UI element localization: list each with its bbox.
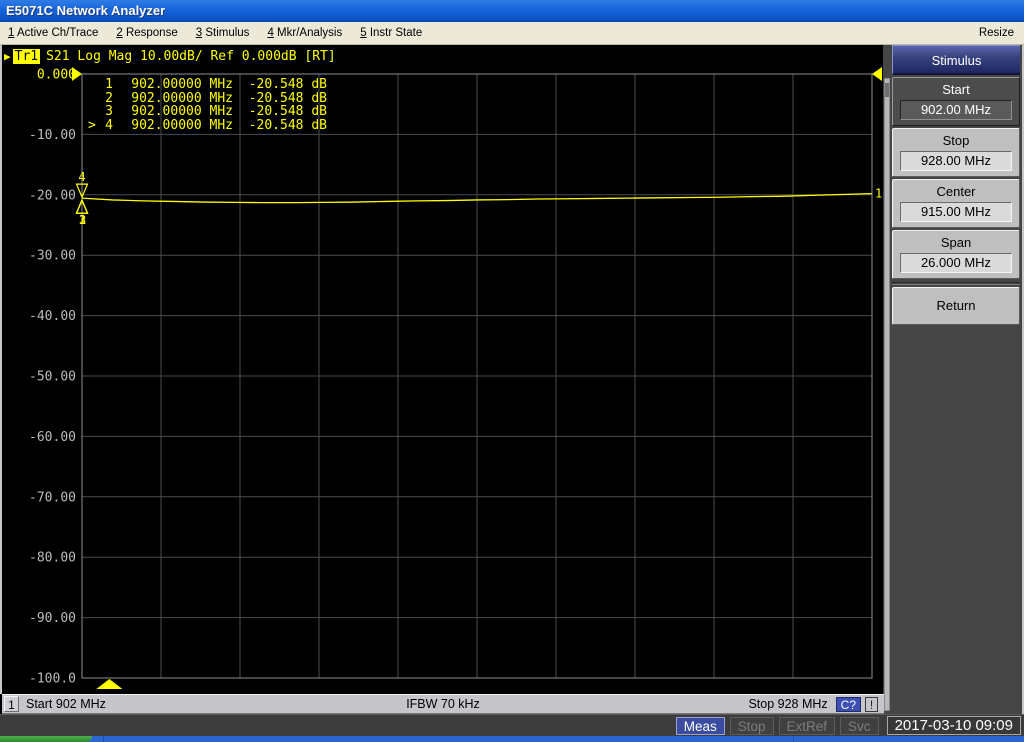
window-left-border (0, 45, 2, 694)
channel-start-readout: Start 902 MHz (26, 697, 106, 711)
y-tick-label: -40.00 (29, 309, 76, 324)
y-tick-label: -20.00 (29, 188, 76, 203)
y-tick-label: -80.00 (29, 551, 76, 566)
status-indicator-svc: Svc (840, 716, 879, 735)
taskbar-separator (793, 736, 794, 742)
status-indicator-meas: Meas (675, 716, 725, 735)
app-window: E5071C Network Analyzer 1 Active Ch/Trac… (0, 0, 1024, 742)
softkey-return-label: Return (936, 298, 976, 313)
softkey-span-label: Span (940, 235, 972, 250)
y-tick-label: -90.00 (29, 611, 76, 626)
softkey-span-value: 26.000 MHz (900, 253, 1012, 273)
status-indicator-extref: ExtRef (778, 716, 836, 735)
softkey-start[interactable]: Start 902.00 MHz (892, 77, 1020, 126)
start-button[interactable] (0, 736, 92, 742)
instrument-status-bar: Meas Stop ExtRef Svc 2017-03-10 09:09 (0, 714, 1024, 736)
trace-number-label: 1 (875, 187, 882, 201)
y-tick-label: 0.000 (37, 68, 76, 83)
softkey-stop[interactable]: Stop 928.00 MHz (892, 128, 1020, 177)
softkey-menu-title: Stimulus (892, 45, 1020, 75)
marker-row-3: 3 902.00000 MHz -20.548 dB (105, 104, 327, 119)
menu-item-stimulus[interactable]: 3 Stimulus (196, 27, 250, 39)
softkey-return[interactable]: Return (892, 287, 1020, 325)
ref-level-left-icon (72, 67, 82, 81)
y-tick-label: -30.00 (29, 249, 76, 264)
softkey-separator (892, 282, 1020, 285)
resize-button[interactable]: Resize (979, 22, 1014, 44)
datetime-display: 2017-03-10 09:09 (886, 716, 1021, 735)
y-tick-label: -60.00 (29, 430, 76, 445)
softkey-scrollbar-thumb[interactable] (885, 83, 889, 97)
measurement-plot: 0.000 -10.00 -20.00 -30.00 -40.00 -50.00 -60.0… (29, 67, 882, 689)
active-trace-arrow-icon: ▶ (4, 49, 11, 63)
sweep-position-icon (96, 679, 123, 689)
y-tick-label: -10.00 (29, 128, 76, 143)
marker-row-1: 1 902.00000 MHz -20.548 dB (105, 77, 327, 92)
trace-parameters: S21 Log Mag 10.00dB/ Ref 0.000dB [RT] (46, 48, 336, 64)
softkey-start-label: Start (942, 82, 970, 97)
trace-status-line: ▶ Tr1 S21 Log Mag 10.00dB/ Ref 0.000dB [… (4, 48, 336, 64)
channel-status-bar: 1 Start 902 MHz IFBW 70 kHz Stop 928 MHz… (2, 694, 884, 714)
softkey-stop-label: Stop (942, 133, 970, 148)
taskbar-separator (103, 736, 104, 742)
ref-level-right-icon (872, 67, 882, 81)
menu-item-active-ch-trace[interactable]: 1 Active Ch/Trace (8, 27, 98, 39)
window-title: E5071C Network Analyzer (6, 3, 166, 18)
softkey-panel: Stimulus Start 902.00 MHz Stop 928.00 MH… (883, 45, 1022, 714)
softkey-center-label: Center (936, 184, 976, 199)
menu-item-instr-state[interactable]: 5 Instr State (360, 27, 422, 39)
menu-item-response[interactable]: 2 Response (116, 27, 177, 39)
y-tick-label: -50.00 (29, 370, 76, 385)
y-tick-label: -100.0 (29, 672, 76, 687)
trace-name-badge[interactable]: Tr1 (12, 48, 41, 64)
marker-row-2: 2 902.00000 MHz -20.548 dB (105, 90, 327, 106)
softkey-span[interactable]: Span 26.000 MHz (892, 230, 1020, 279)
marker-row-4: >4 902.00000 MHz -20.548 dB (88, 117, 327, 133)
status-indicator-stop: Stop (729, 716, 774, 735)
marker-number: 3 (79, 213, 86, 227)
instrument-display: 0.000 -10.00 -20.00 -30.00 -40.00 -50.00 -60.0… (2, 45, 883, 694)
marker-number: 4 (78, 170, 85, 184)
softkey-stop-value: 928.00 MHz (900, 151, 1012, 171)
marker-readout-table: 1 902.00000 MHz -20.548 dB 2 902.00000 MHz -2… (88, 78, 327, 132)
menu-bar: 1 Active Ch/Trace 2 Response 3 Stimulus 4 M… (0, 22, 1024, 45)
softkey-start-value: 902.00 MHz (900, 100, 1012, 120)
softkey-scrollbar[interactable] (884, 78, 890, 711)
softkey-center[interactable]: Center 915.00 MHz (892, 179, 1020, 228)
channel-ifbw-readout: IFBW 70 kHz (406, 697, 480, 711)
softkey-center-value: 915.00 MHz (900, 202, 1012, 222)
y-tick-label: -70.00 (29, 490, 76, 505)
taskbar (0, 736, 1024, 742)
title-bar: E5071C Network Analyzer (0, 0, 1024, 22)
menu-item-mkr-analysis[interactable]: 4 Mkr/Analysis (267, 27, 342, 39)
